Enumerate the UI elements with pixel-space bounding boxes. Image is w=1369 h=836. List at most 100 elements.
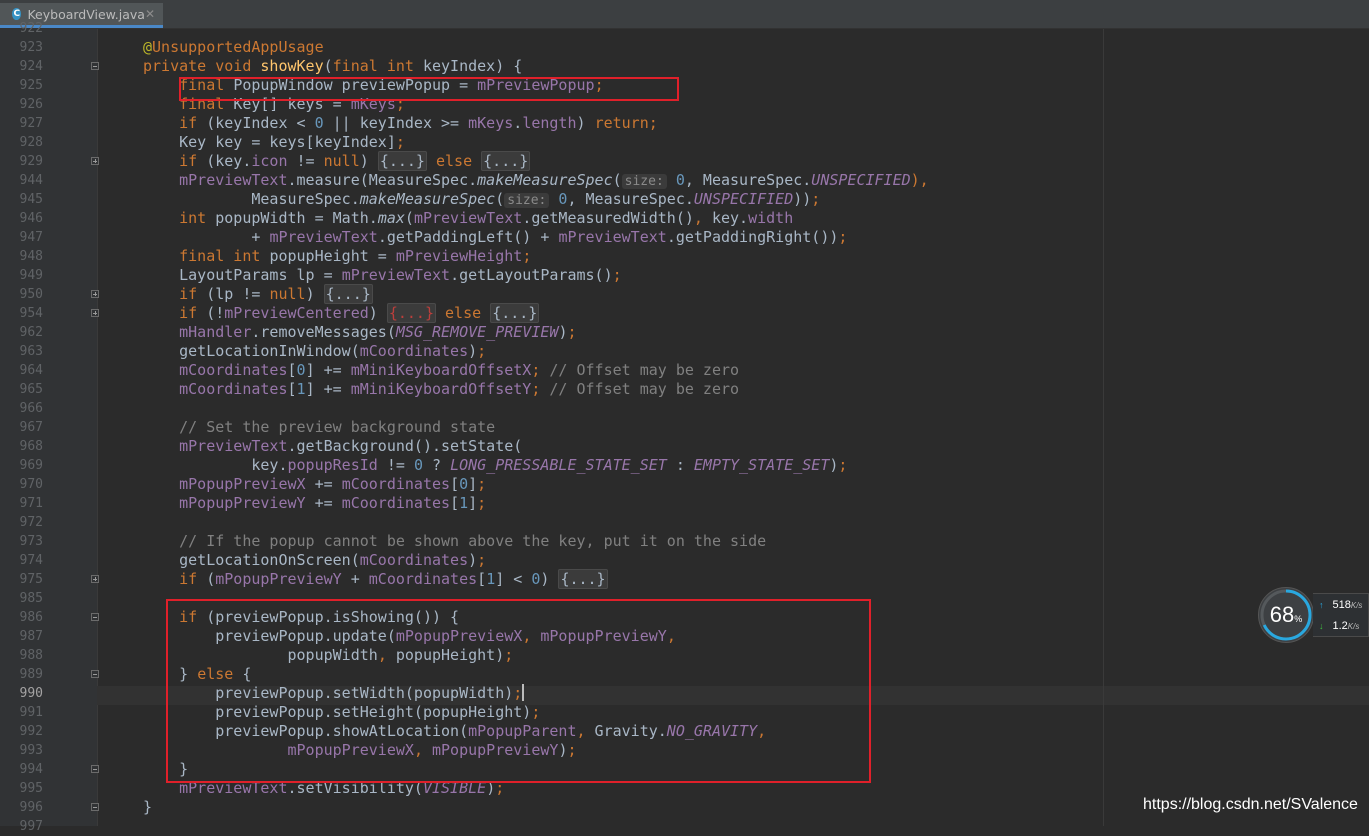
- code-text: mCoordinates[1] += mMiniKeyboardOffsetY;…: [143, 380, 739, 399]
- folded-code-placeholder[interactable]: {...}: [386, 303, 436, 323]
- code-line[interactable]: 922: [0, 19, 1369, 38]
- folded-code-placeholder[interactable]: {...}: [490, 303, 540, 323]
- code-token: 1: [459, 494, 469, 512]
- code-line[interactable]: 947 + mPreviewText.getPaddingLeft() + mP…: [0, 228, 1369, 247]
- line-number: 988: [19, 648, 43, 663]
- folded-code-placeholder[interactable]: {...}: [377, 151, 427, 171]
- code-line[interactable]: 962 mHandler.removeMessages(MSG_REMOVE_P…: [0, 323, 1369, 342]
- code-token: 1: [486, 570, 496, 588]
- code-text: final int popupHeight = mPreviewHeight;: [143, 247, 531, 266]
- code-line[interactable]: 946 int popupWidth = Math.max(mPreviewTe…: [0, 209, 1369, 228]
- fold-expand-icon[interactable]: [91, 290, 99, 298]
- code-text: mPopupPreviewX += mCoordinates[0];: [143, 475, 486, 494]
- fold-collapse-icon[interactable]: [91, 765, 99, 773]
- code-line[interactable]: 967 // Set the preview background state: [0, 418, 1369, 437]
- code-text: @UnsupportedAppUsage: [143, 38, 324, 57]
- code-line[interactable]: 997: [0, 817, 1369, 836]
- code-token: mCoordinates: [341, 494, 451, 512]
- code-line[interactable]: 923 @UnsupportedAppUsage: [0, 38, 1369, 57]
- code-line[interactable]: 929 if (key.icon != null) {...} else {..…: [0, 151, 1369, 171]
- folded-code-placeholder[interactable]: {...}: [558, 569, 608, 589]
- code-token: mCoordinates: [179, 380, 288, 398]
- code-line[interactable]: 971 mPopupPreviewY += mCoordinates[1];: [0, 494, 1369, 513]
- code-token: .getPaddingLeft() +: [377, 228, 559, 246]
- code-token: showKey: [260, 57, 324, 75]
- code-line[interactable]: 944 mPreviewText.measure(MeasureSpec.mak…: [0, 171, 1369, 190]
- code-token: (lp !=: [206, 285, 270, 303]
- code-line[interactable]: 949 LayoutParams lp = mPreviewText.getLa…: [0, 266, 1369, 285]
- code-token: (keyIndex <: [206, 114, 315, 132]
- line-number: 964: [19, 363, 43, 378]
- code-token: mCoordinates: [179, 361, 288, 379]
- code-token: +=: [305, 475, 342, 493]
- code-line[interactable]: 927 if (keyIndex < 0 || keyIndex >= mKey…: [0, 114, 1369, 133]
- code-token: length: [522, 114, 577, 132]
- code-editor[interactable]: 922 923 @UnsupportedAppUsage 924 private voi…: [0, 21, 1369, 834]
- code-line[interactable]: 973 // If the popup cannot be shown abov…: [0, 532, 1369, 551]
- code-line[interactable]: 970 mPopupPreviewX += mCoordinates[0];: [0, 475, 1369, 494]
- code-token: mCoordinates: [359, 342, 469, 360]
- code-token: (key.: [206, 152, 252, 170]
- line-number: 924: [19, 59, 43, 74]
- line-number: 970: [19, 477, 43, 492]
- line-number: 922: [19, 21, 43, 36]
- fold-expand-icon[interactable]: [91, 575, 99, 583]
- code-token: )): [793, 190, 812, 208]
- code-token: null: [269, 285, 306, 303]
- line-number: 994: [19, 762, 43, 777]
- line-number: 948: [19, 249, 43, 264]
- code-token: null: [323, 152, 360, 170]
- fold-collapse-icon[interactable]: [91, 613, 99, 621]
- fold-collapse-icon[interactable]: [91, 62, 99, 70]
- code-line[interactable]: 945 MeasureSpec.makeMeasureSpec(size: 0,…: [0, 190, 1369, 209]
- fold-collapse-icon[interactable]: [91, 803, 99, 811]
- folded-code-placeholder[interactable]: {...}: [481, 151, 531, 171]
- code-line[interactable]: 972: [0, 513, 1369, 532]
- code-line[interactable]: 950 if (lp != null) {...}: [0, 284, 1369, 304]
- code-line[interactable]: 969 key.popupResId != 0 ? LONG_PRESSABLE…: [0, 456, 1369, 475]
- code-line[interactable]: 964 mCoordinates[0] += mMiniKeyboardOffs…: [0, 361, 1369, 380]
- code-line[interactable]: 928 Key key = keys[keyIndex];: [0, 133, 1369, 152]
- code-token: width: [748, 209, 794, 227]
- code-text: key.popupResId != 0 ? LONG_PRESSABLE_STA…: [143, 456, 847, 475]
- line-number: 987: [19, 629, 43, 644]
- folded-code-placeholder[interactable]: {...}: [323, 284, 373, 304]
- line-number: 968: [19, 439, 43, 454]
- code-token: ): [305, 285, 324, 303]
- code-line[interactable]: 924 private void showKey(final int keyInd…: [0, 57, 1369, 76]
- code-token: [: [450, 494, 460, 512]
- code-line[interactable]: 965 mCoordinates[1] += mMiniKeyboardOffs…: [0, 380, 1369, 399]
- code-token: else: [436, 152, 482, 170]
- fold-expand-icon[interactable]: [91, 157, 99, 165]
- code-token: icon: [251, 152, 288, 170]
- code-line[interactable]: 968 mPreviewText.getBackground().setStat…: [0, 437, 1369, 456]
- code-line[interactable]: 966: [0, 399, 1369, 418]
- code-token: .getLayoutParams(): [450, 266, 613, 284]
- code-text: if (!mPreviewCentered) {...} else {...}: [143, 303, 540, 323]
- code-line[interactable]: 974 getLocationOnScreen(mCoordinates);: [0, 551, 1369, 570]
- code-token: popupWidth = Math.: [215, 209, 378, 227]
- code-token: // If the popup cannot be shown above th…: [179, 532, 767, 550]
- fold-collapse-icon[interactable]: [91, 670, 99, 678]
- line-number: 974: [19, 553, 43, 568]
- network-speed-widget[interactable]: 68% ↑ 518 K/s ↓ 1.2 K/s: [1258, 587, 1369, 647]
- fold-expand-icon[interactable]: [91, 309, 99, 317]
- code-line[interactable]: 954 if (!mPreviewCentered) {...} else {.…: [0, 303, 1369, 323]
- code-token: if: [179, 152, 207, 170]
- code-line[interactable]: 948 final int popupHeight = mPreviewHeig…: [0, 247, 1369, 266]
- code-line[interactable]: 963 getLocationInWindow(mCoordinates);: [0, 342, 1369, 361]
- code-token: MeasureSpec.: [143, 190, 360, 208]
- code-token: int: [179, 209, 216, 227]
- code-line[interactable]: 975 if (mPopupPreviewY + mCoordinates[1]…: [0, 569, 1369, 589]
- code-token: final int: [332, 57, 423, 75]
- code-token: return;: [594, 114, 658, 132]
- code-token: (: [495, 190, 505, 208]
- code-token: ;: [531, 380, 550, 398]
